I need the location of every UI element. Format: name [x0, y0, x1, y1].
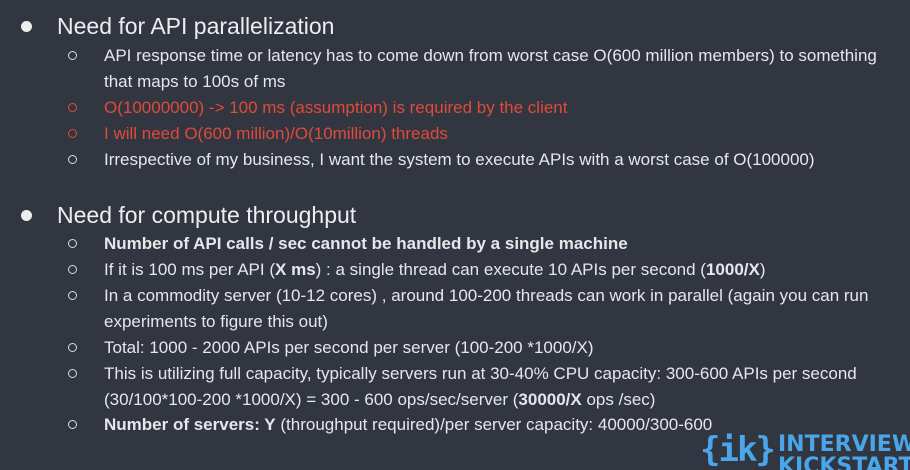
circle-bullet-icon [68, 291, 77, 300]
list-item: In a commodity server (10-12 cores) , ar… [68, 283, 880, 335]
bullet-icon [21, 21, 32, 32]
circle-bullet-icon [68, 155, 77, 164]
list-item: Total: 1000 - 2000 APIs per second per s… [68, 335, 880, 361]
list-item: Number of API calls / sec cannot be hand… [68, 231, 880, 257]
list-item: O(10000000) -> 100 ms (assumption) is re… [68, 95, 880, 121]
list-item: API response time or latency has to come… [68, 43, 880, 95]
logo-text-line2: KICKSTART [778, 454, 910, 470]
circle-bullet-icon [68, 265, 77, 274]
circle-bullet-icon [68, 343, 77, 352]
list-item: I will need O(600 million)/O(10million) … [68, 121, 880, 147]
list-item: Irrespective of my business, I want the … [68, 147, 880, 173]
circle-bullet-icon [68, 239, 77, 248]
circle-bullet-icon [68, 369, 77, 378]
circle-bullet-icon [68, 51, 77, 60]
circle-bullet-icon [68, 103, 77, 112]
list-item: If it is 100 ms per API (X ms) : a singl… [68, 257, 880, 283]
bullet-icon [21, 210, 32, 221]
circle-bullet-icon [68, 129, 77, 138]
ik-logo-mark: {ik} [700, 430, 776, 470]
list-item: This is utilizing full capacity, typical… [68, 361, 880, 413]
slide: Need for API parallelization API respons… [0, 0, 910, 470]
interview-kickstart-logo: {ik} INTERVIEW KICKSTART [700, 428, 910, 470]
circle-bullet-icon [68, 420, 77, 429]
